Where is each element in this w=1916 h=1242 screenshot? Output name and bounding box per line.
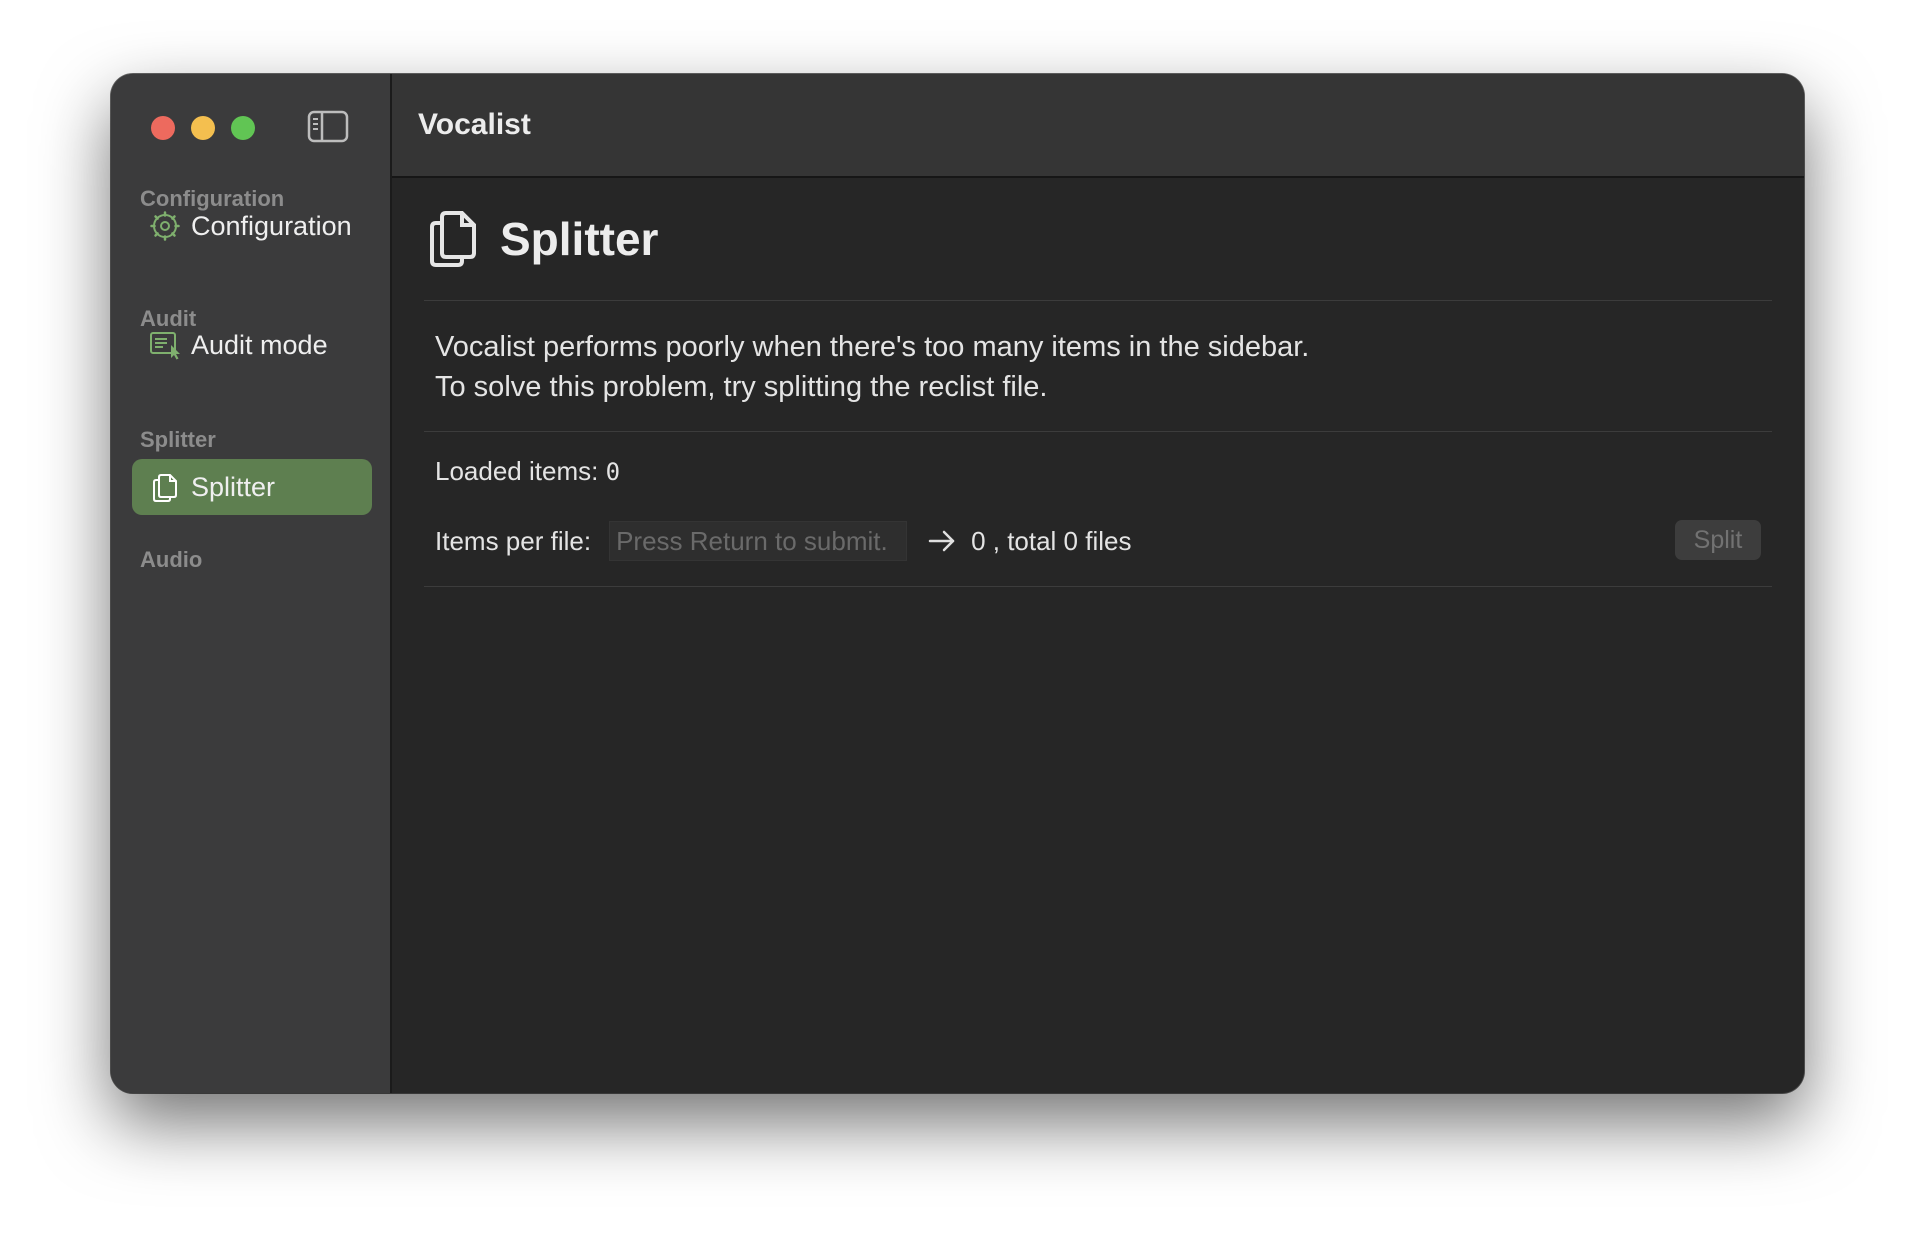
description-line-2: To solve this problem, try splitting the… xyxy=(435,371,1048,403)
sidebar-item-label: Configuration xyxy=(191,210,352,241)
gear-icon xyxy=(149,210,181,242)
items-per-file-label: Items per file: xyxy=(435,525,592,556)
title-bar: Vocalist xyxy=(392,74,1804,178)
loaded-items: Loaded items: 0 xyxy=(435,456,1761,487)
page-title: Splitter xyxy=(500,213,659,265)
split-controls: Loaded items: 0 Items per file: 0 , tota… xyxy=(424,432,1772,587)
traffic-lights xyxy=(151,116,255,140)
app-window: Configuration Configuration Audit Audit … xyxy=(111,74,1804,1093)
split-result-text: 0 , total 0 files xyxy=(971,525,1132,556)
window-title: Vocalist xyxy=(418,108,531,141)
items-per-file-row: Items per file: 0 , total 0 files Split xyxy=(435,520,1761,562)
sidebar-item-configuration[interactable]: Configuration xyxy=(132,198,372,254)
arrow-right-icon xyxy=(928,530,955,552)
loaded-items-label: Loaded items: xyxy=(435,456,599,486)
zoom-window-button[interactable] xyxy=(231,116,255,140)
splitter-content: Splitter Vocalist performs poorly when t… xyxy=(424,178,1772,587)
page-heading: Splitter xyxy=(424,178,1772,301)
split-button[interactable]: Split xyxy=(1675,520,1761,560)
main-pane: Vocalist Splitter Vocalist performs poor… xyxy=(392,74,1804,1093)
sidebar-toggle-icon xyxy=(307,110,349,143)
documents-icon xyxy=(149,471,181,503)
description: Vocalist performs poorly when there's to… xyxy=(424,301,1772,432)
description-line-1: Vocalist performs poorly when there's to… xyxy=(435,331,1310,363)
section-header-audio: Audio xyxy=(140,547,203,572)
sidebar-toggle-button[interactable] xyxy=(307,110,349,144)
items-per-file-input[interactable] xyxy=(609,521,908,561)
minimize-window-button[interactable] xyxy=(191,116,215,140)
sidebar: Configuration Configuration Audit Audit … xyxy=(111,74,392,1093)
close-window-button[interactable] xyxy=(151,116,175,140)
sidebar-item-label: Audit mode xyxy=(191,329,328,360)
audit-list-icon xyxy=(149,329,181,361)
sidebar-item-splitter[interactable]: Splitter xyxy=(132,459,372,515)
section-header-splitter: Splitter xyxy=(140,427,216,452)
sidebar-item-audit-mode[interactable]: Audit mode xyxy=(132,317,372,373)
loaded-items-value: 0 xyxy=(605,458,621,486)
documents-icon xyxy=(430,211,476,267)
sidebar-item-label: Splitter xyxy=(191,471,276,502)
